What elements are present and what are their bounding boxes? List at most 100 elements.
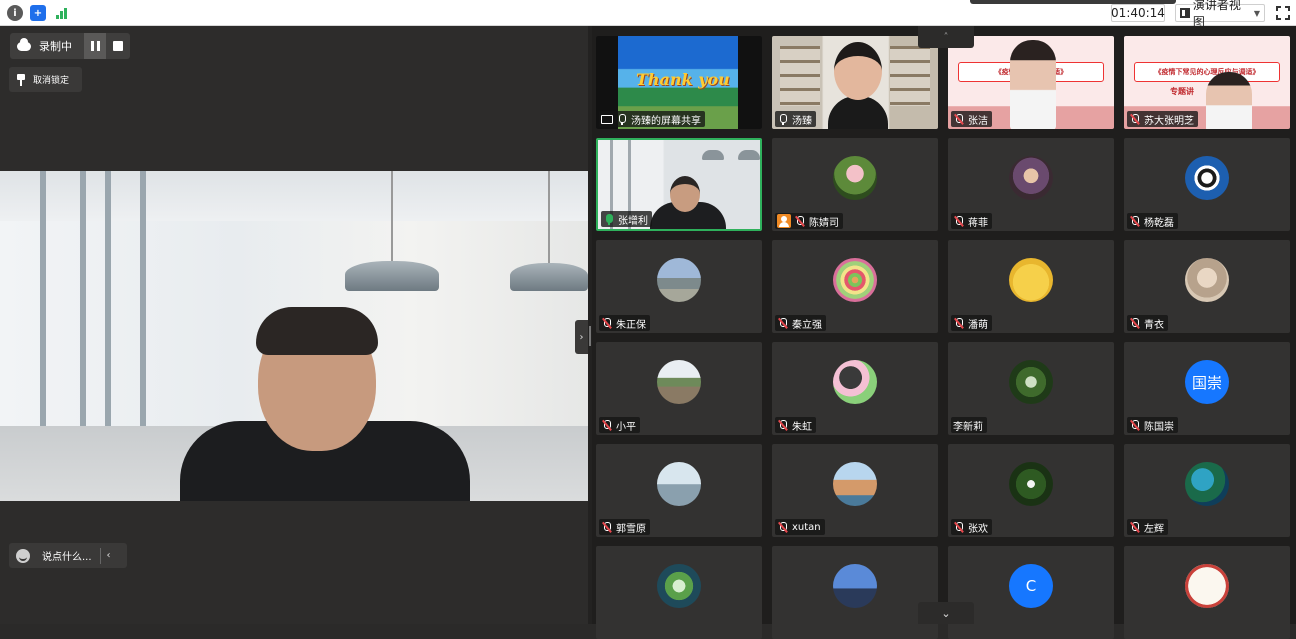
participant-tile[interactable]: 潘萌: [948, 240, 1114, 333]
participant-tile[interactable]: 汤臻: [772, 36, 938, 129]
participant-tile[interactable]: 秦立强: [772, 240, 938, 333]
mic-muted-icon: [1129, 317, 1141, 329]
participant-name: 杨乾磊: [1144, 217, 1174, 229]
participant-tile[interactable]: 张欢: [948, 444, 1114, 537]
mic-muted-icon: [777, 521, 789, 533]
avatar: [657, 564, 701, 608]
shield-icon[interactable]: +: [30, 5, 46, 21]
participant-name-tag: 朱正保: [599, 315, 650, 331]
unlock-video-button[interactable]: 取消锁定: [9, 67, 82, 92]
participant-name-tag: 苏大张明芝: [1127, 111, 1198, 127]
participant-tile[interactable]: [596, 546, 762, 639]
chevron-right-icon[interactable]: ›: [575, 320, 588, 354]
presenter-view-button[interactable]: 演讲者视图 ▼: [1175, 0, 1265, 29]
participant-tile[interactable]: [1124, 546, 1290, 639]
pause-recording-button[interactable]: [84, 33, 106, 59]
participant-tile[interactable]: 朱正保: [596, 240, 762, 333]
participant-tile[interactable]: 小平: [596, 342, 762, 435]
participant-tile[interactable]: 张增利: [596, 138, 762, 231]
presenter-view-icon: [1180, 8, 1190, 18]
participant-tile[interactable]: 李新莉: [948, 342, 1114, 435]
recording-bar: 录制中: [10, 33, 130, 59]
participant-name-tag: 朱虹: [775, 417, 816, 433]
mic-muted-icon: [794, 215, 806, 227]
participant-name-tag: 李新莉: [951, 417, 987, 433]
participant-name: xutan: [792, 521, 821, 533]
mic-muted-icon: [1129, 419, 1141, 431]
participant-name: 潘萌: [968, 319, 988, 331]
fullscreen-icon[interactable]: [1276, 6, 1290, 20]
info-icon[interactable]: i: [7, 5, 23, 21]
mic-muted-icon: [953, 317, 965, 329]
participant-tile[interactable]: C: [948, 546, 1114, 639]
participant-name: 秦立强: [792, 319, 822, 331]
participant-name-tag: 张增利: [601, 211, 652, 227]
participant-tile[interactable]: 陈婧司: [772, 138, 938, 231]
participant-name: 朱虹: [792, 421, 812, 433]
participant-tile[interactable]: 蒋菲: [948, 138, 1114, 231]
main-speaker-video[interactable]: [0, 171, 588, 501]
participant-name-tag: 陈婧司: [775, 213, 843, 229]
participant-tile[interactable]: 国崇陈国崇: [1124, 342, 1290, 435]
avatar: [1009, 156, 1053, 200]
stop-recording-button[interactable]: [106, 33, 130, 59]
participant-name-tag: 郭雪原: [599, 519, 650, 535]
avatar: [833, 156, 877, 200]
speaker-person: [180, 307, 470, 501]
participant-name: 陈婧司: [809, 217, 839, 229]
participant-name: 张欢: [968, 523, 988, 535]
main-speaker-pane: 录制中 取消锁定 说点什么... ‹ ›: [0, 26, 588, 624]
participant-name: 陈国崇: [1144, 421, 1174, 433]
participant-name: 小平: [616, 421, 636, 433]
avatar: [1009, 462, 1053, 506]
participant-name-tag: 汤臻: [775, 111, 816, 127]
mic-muted-icon: [1129, 113, 1141, 125]
avatar: 国崇: [1185, 360, 1229, 404]
avatar: [833, 360, 877, 404]
participant-tile[interactable]: 青衣: [1124, 240, 1290, 333]
mic-speaking-icon: [603, 213, 615, 225]
participant-tile[interactable]: xutan: [772, 444, 938, 537]
participant-tile[interactable]: 左辉: [1124, 444, 1290, 537]
mic-muted-icon: [777, 419, 789, 431]
participant-name: 张洁: [968, 115, 988, 127]
participant-tile[interactable]: Thank you 汤臻的屏幕共享: [596, 36, 762, 129]
mic-muted-icon: [1129, 215, 1141, 227]
slide-subtitle: 专题讲: [1170, 87, 1194, 96]
participant-grid: ˄ ⌄ Thank you 汤臻的屏幕共享 汤臻 《疫情下常 应与调适》张洁《疫情下常…: [592, 26, 1296, 639]
participant-tile[interactable]: 郭雪原: [596, 444, 762, 537]
participant-name-tag: 蒋菲: [951, 213, 992, 229]
chevron-left-icon[interactable]: ‹: [107, 550, 111, 561]
participant-tile[interactable]: [772, 546, 938, 639]
participant-tile[interactable]: 《疫情下常见的心理反应与调适》 专题讲 苏大张明芝: [1124, 36, 1290, 129]
avatar: [657, 360, 701, 404]
participant-name: 张增利: [618, 215, 648, 227]
scroll-up-icon[interactable]: ˄: [918, 26, 974, 48]
avatar: [1185, 462, 1229, 506]
signal-strength-icon[interactable]: [53, 5, 69, 21]
avatar: [1185, 564, 1229, 608]
thank-you-text: Thank you: [636, 70, 730, 89]
participant-tile[interactable]: 朱虹: [772, 342, 938, 435]
participant-name-tag: 潘萌: [951, 315, 992, 331]
scroll-down-icon[interactable]: ⌄: [918, 602, 974, 624]
participant-name-tag: 秦立强: [775, 315, 826, 331]
participant-name: 汤臻: [792, 115, 812, 127]
unlock-label: 取消锁定: [33, 76, 70, 86]
avatar: [1009, 258, 1053, 302]
participant-name-tag: 青衣: [1127, 315, 1168, 331]
participant-name: 苏大张明芝: [1144, 115, 1194, 127]
participant-name-tag: 张洁: [951, 111, 992, 127]
participant-tile[interactable]: 《疫情下常 应与调适》张洁: [948, 36, 1114, 129]
participant-name: 青衣: [1144, 319, 1164, 331]
avatar: [833, 258, 877, 302]
avatar: [833, 462, 877, 506]
ceiling-lamp: [345, 171, 439, 291]
ceiling-lamp: [510, 171, 588, 291]
participant-tile[interactable]: 杨乾磊: [1124, 138, 1290, 231]
mic-icon: [777, 113, 789, 125]
screen-share-icon: [601, 114, 613, 124]
emoji-icon[interactable]: [16, 548, 30, 563]
chat-input[interactable]: 说点什么... ‹: [9, 543, 127, 568]
chevron-down-icon: ▼: [1253, 8, 1260, 18]
